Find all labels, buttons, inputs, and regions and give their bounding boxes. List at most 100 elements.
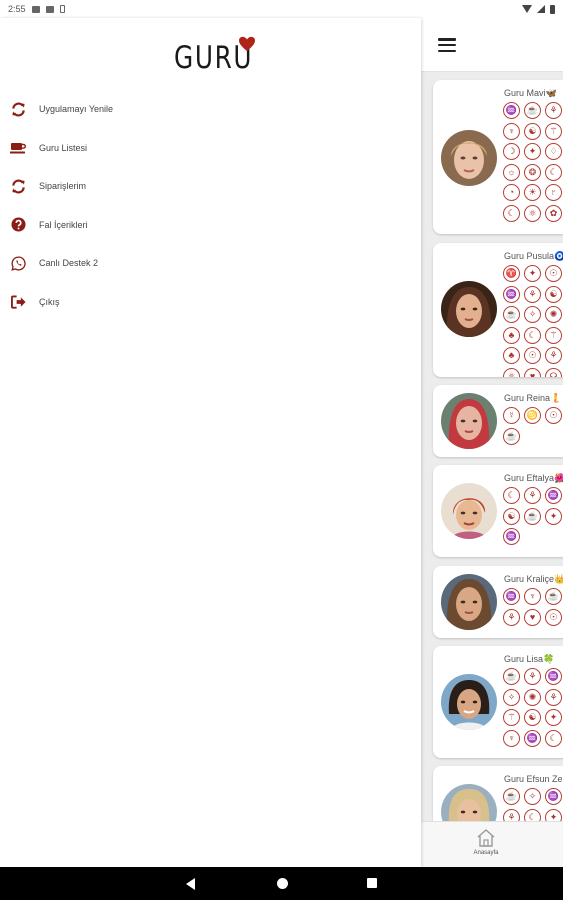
- menu-label: Canlı Destek 2: [39, 258, 99, 269]
- guru-name: Guru Pusula🧿: [504, 251, 563, 261]
- fortune-type-icon: ✧: [503, 688, 520, 706]
- drawer-menu: Uygulamayı Yenile Guru Listesi Siparişle…: [0, 90, 421, 321]
- fortune-type-icon: ♢: [545, 143, 562, 161]
- app-logo: GURU: [174, 36, 273, 80]
- fortune-type-icon: ☼: [503, 163, 520, 181]
- fortune-type-icon: ♥: [524, 367, 541, 377]
- fortune-type-icon: ✦: [545, 808, 562, 821]
- fortune-type-icon: ✿: [545, 204, 562, 222]
- fortune-type-icon: ✺: [524, 688, 541, 706]
- navigation-drawer: GURU Uygulamayı Yenile Guru Listesi Sipa…: [0, 18, 421, 867]
- guru-name: Guru Lisa🍀: [504, 654, 555, 664]
- guru-card[interactable]: Guru Mavi🦋 ♒ ☕ ⚘ ♆ ☯ ⚚ ☽ ✦ ♢ ☼ ❂ ☾ ◔ ☀ ♇: [433, 80, 563, 234]
- fortune-type-icon: ☽: [503, 143, 520, 161]
- fortune-type-icon: ☾: [524, 326, 541, 344]
- fortune-type-icon: ⚘: [524, 487, 541, 504]
- guru-card[interactable]: Guru Pusula🧿 ♈ ✦ ☉ ♒ ⚘ ☯ ☕ ✧ ✺ ♣ ☾ ⚚ ♣ ☉: [433, 243, 563, 377]
- menu-item-logout[interactable]: Çıkış: [0, 283, 421, 322]
- guru-avatar: [441, 483, 497, 539]
- fortune-type-icon: ☉: [524, 347, 541, 365]
- fortune-type-icon: ◔: [503, 184, 520, 202]
- fortune-type-icon: ☯: [545, 285, 562, 303]
- menu-item-guru-list[interactable]: Guru Listesi: [0, 129, 421, 168]
- fortune-type-icon: ☿: [503, 407, 520, 424]
- fortune-type-icon: ✦: [524, 265, 541, 282]
- system-navigation-bar: [0, 867, 563, 900]
- guru-name: Guru Reina🧜: [504, 393, 562, 403]
- fortune-type-icon: ☾: [545, 729, 562, 747]
- signal-icon: [537, 5, 545, 13]
- fortune-type-icon: ☕: [503, 427, 520, 445]
- guru-card[interactable]: Guru Efsun Ze ☕ ✧ ♒ ⚘ ☾ ✦: [433, 766, 563, 821]
- fortune-type-icon: ⚘: [545, 688, 562, 706]
- fortune-type-icon: ✦: [545, 709, 562, 727]
- fortune-type-icon: ⚘: [545, 102, 562, 119]
- fortune-type-icon: ⚘: [524, 668, 541, 685]
- fortune-type-icon: ☯: [524, 709, 541, 727]
- guru-name: Guru Kraliçe👑: [504, 574, 563, 584]
- menu-hamburger-icon[interactable]: [438, 38, 456, 52]
- guru-card[interactable]: Guru Kraliçe👑 ♒ ♆ ☕ ⚘ ♥ ☉: [433, 566, 563, 638]
- guru-card[interactable]: Guru Lisa🍀 ☕ ⚘ ♒ ✧ ✺ ⚘ ⚚ ☯ ✦ ♆ ♒ ☾: [433, 646, 563, 758]
- fortune-type-icon: ✦: [524, 143, 541, 161]
- bottom-navigation: Anasayfa: [421, 821, 563, 867]
- fortune-type-icon: ☕: [524, 507, 541, 525]
- fortune-icon-grid: ☿ ♋ ☉ ☕: [503, 407, 562, 445]
- guru-list: Guru Mavi🦋 ♒ ☕ ⚘ ♆ ☯ ⚚ ☽ ✦ ♢ ☼ ❂ ☾ ◔ ☀ ♇: [421, 72, 563, 821]
- guru-avatar: [441, 784, 497, 821]
- fortune-type-icon: ♒: [545, 668, 562, 685]
- fortune-type-icon: ⚚: [545, 122, 562, 140]
- fortune-type-icon: ☾: [503, 487, 520, 504]
- guru-card[interactable]: Guru Reina🧜 ☿ ♋ ☉ ☕: [433, 385, 563, 457]
- fortune-type-icon: ☉: [545, 265, 562, 282]
- back-icon[interactable]: [186, 878, 195, 890]
- guru-name: Guru Efsun Ze: [504, 774, 563, 784]
- menu-label: Uygulamayı Yenile: [39, 104, 114, 115]
- fortune-type-icon: ☊: [545, 367, 562, 377]
- menu-item-live-support[interactable]: Canlı Destek 2: [0, 244, 421, 283]
- fortune-type-icon: ♋: [524, 407, 541, 424]
- recent-apps-icon[interactable]: [367, 878, 377, 888]
- sync-icon: [10, 178, 26, 194]
- menu-item-my-orders[interactable]: Siparişlerim: [0, 167, 421, 206]
- sim-icon: [45, 5, 54, 13]
- fortune-type-icon: ♒: [545, 788, 562, 805]
- fortune-type-icon: ♣: [503, 347, 520, 365]
- fortune-type-icon: ☾: [503, 204, 520, 222]
- fortune-type-icon: ☾: [545, 163, 562, 181]
- main-content: Guru Mavi🦋 ♒ ☕ ⚘ ♆ ☯ ⚚ ☽ ✦ ♢ ☼ ❂ ☾ ◔ ☀ ♇: [421, 18, 563, 867]
- fortune-type-icon: ❂: [524, 163, 541, 181]
- guru-name: Guru Eftalya🌺: [504, 473, 563, 483]
- home-tab-label: Anasayfa: [473, 850, 499, 856]
- message-icon: [31, 5, 40, 13]
- home-icon: [477, 829, 495, 847]
- fortune-type-icon: ☕: [545, 588, 562, 605]
- home-tab[interactable]: Anasayfa: [471, 828, 501, 864]
- fortune-type-icon: ☾: [524, 808, 541, 821]
- fortune-type-icon: ☕: [503, 788, 520, 805]
- menu-item-fortune-contents[interactable]: Fal İçerikleri: [0, 206, 421, 245]
- home-circle-icon[interactable]: [277, 878, 288, 889]
- guru-name: Guru Mavi🦋: [504, 88, 557, 98]
- menu-label: Çıkış: [39, 296, 60, 307]
- refresh-icon: [10, 101, 26, 117]
- sign-out-icon: [10, 294, 26, 310]
- fortune-type-icon: ⚛: [503, 367, 520, 377]
- guru-card[interactable]: Guru Eftalya🌺 ☾ ⚘ ♒ ☯ ☕ ✦ ♒: [433, 465, 563, 557]
- fortune-icon-grid: ♒ ♆ ☕ ⚘ ♥ ☉: [503, 588, 562, 626]
- fortune-icon-grid: ♒ ☕ ⚘ ♆ ☯ ⚚ ☽ ✦ ♢ ☼ ❂ ☾ ◔ ☀ ♇ ☾ ⚛ ✿: [503, 102, 562, 222]
- app-bar: [421, 18, 563, 72]
- fortune-type-icon: ⚘: [503, 608, 520, 626]
- app-screen: 2:55 GURU Uygulamayı Yenile Guru Listesi…: [0, 0, 563, 900]
- fortune-type-icon: ☕: [503, 668, 520, 685]
- fortune-type-icon: ⚘: [503, 808, 520, 821]
- menu-label: Siparişlerim: [39, 181, 87, 192]
- fortune-type-icon: ☀: [524, 184, 541, 202]
- fortune-type-icon: ♆: [503, 729, 520, 747]
- guru-avatar: [441, 130, 497, 186]
- menu-label: Guru Listesi: [39, 142, 88, 153]
- fortune-type-icon: ⚛: [524, 204, 541, 222]
- fortune-type-icon: ♆: [524, 588, 541, 605]
- menu-item-refresh-app[interactable]: Uygulamayı Yenile: [0, 90, 421, 129]
- fortune-type-icon: ☉: [545, 608, 562, 626]
